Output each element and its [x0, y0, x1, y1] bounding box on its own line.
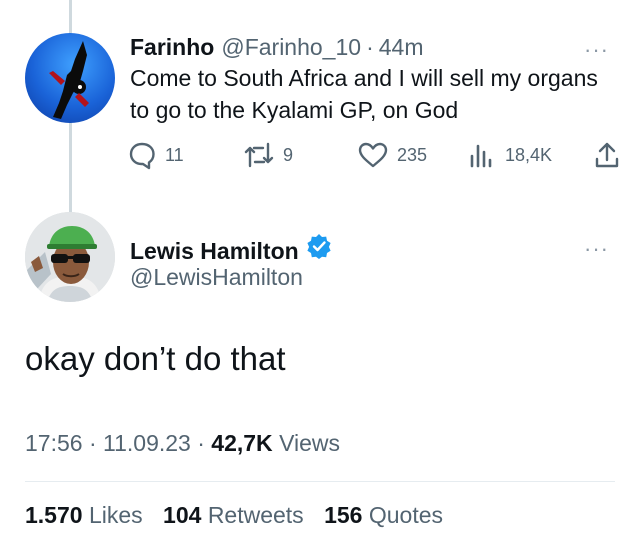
- likes-total: 1.570: [25, 502, 83, 528]
- reply-parent-display-name[interactable]: Farinho: [130, 34, 214, 61]
- meta-separator: ·: [88, 430, 104, 456]
- reply-parent-handle[interactable]: @Farinho_10: [221, 34, 361, 61]
- header-separator: ·: [366, 34, 374, 60]
- retweet-count: 9: [283, 144, 294, 165]
- farinho-avatar[interactable]: [25, 33, 115, 123]
- reply-count: 11: [165, 144, 184, 165]
- main-tweet-text: okay don’t do that: [25, 340, 286, 377]
- share-button[interactable]: [593, 140, 629, 170]
- tweet-metadata: 17:56 · 11.09.23 · 42,7K Views: [25, 430, 340, 457]
- views-total: 42,7K: [211, 430, 273, 456]
- views-count: 18,4K: [505, 144, 553, 165]
- main-tweet-handle[interactable]: @LewisHamilton: [130, 264, 303, 291]
- stats-divider: [25, 481, 615, 482]
- likes-stat[interactable]: 1.570 Likes: [25, 502, 149, 528]
- retweets-label: Retweets: [207, 502, 304, 528]
- reply-button[interactable]: 11: [127, 140, 184, 170]
- verified-badge-icon: [307, 234, 331, 259]
- retweet-icon: [244, 142, 274, 168]
- retweets-total: 104: [163, 502, 202, 528]
- views-chart-icon: [470, 144, 492, 168]
- reply-bubble-icon: [129, 142, 155, 170]
- main-tweet-display-name[interactable]: Lewis Hamilton: [130, 238, 299, 265]
- like-count: 235: [397, 144, 428, 165]
- like-button[interactable]: 235: [357, 140, 427, 170]
- reply-parent-time[interactable]: 44m: [379, 34, 424, 61]
- spider-figure-icon: [49, 41, 89, 119]
- quotes-label: Quotes: [368, 502, 443, 528]
- likes-label: Likes: [88, 502, 143, 528]
- engagement-stats: 1.570 Likes 104 Retweets 156 Quotes: [25, 502, 457, 529]
- views-label: Views: [279, 430, 340, 456]
- heart-icon: [358, 142, 388, 168]
- quotes-stat[interactable]: 156 Quotes: [324, 502, 443, 528]
- tweet-date[interactable]: 11.09.23: [103, 430, 191, 456]
- reply-parent-text: Come to South Africa and I will sell my …: [130, 65, 598, 123]
- quotes-total: 156: [324, 502, 363, 528]
- meta-separator: ·: [197, 430, 212, 456]
- share-upload-icon: [595, 142, 619, 168]
- reply-parent-action-bar: 11 9 235 18,4K: [127, 140, 622, 174]
- tweet-thread: Farinho @Farinho_10 · 44m ··· Come to So…: [0, 0, 640, 546]
- reply-parent-header: Farinho @Farinho_10 · 44m: [130, 34, 423, 61]
- tweet-time[interactable]: 17:56: [25, 430, 83, 456]
- more-dots-icon[interactable]: ···: [584, 238, 609, 260]
- retweets-stat[interactable]: 104 Retweets: [163, 502, 310, 528]
- lewis-hamilton-avatar[interactable]: [25, 212, 115, 302]
- retweet-button[interactable]: 9: [243, 140, 293, 170]
- main-tweet-header: Lewis Hamilton: [130, 233, 332, 265]
- portrait-photo-icon: [25, 212, 115, 302]
- views-button[interactable]: 18,4K: [467, 140, 552, 170]
- more-dots-icon[interactable]: ···: [584, 39, 609, 61]
